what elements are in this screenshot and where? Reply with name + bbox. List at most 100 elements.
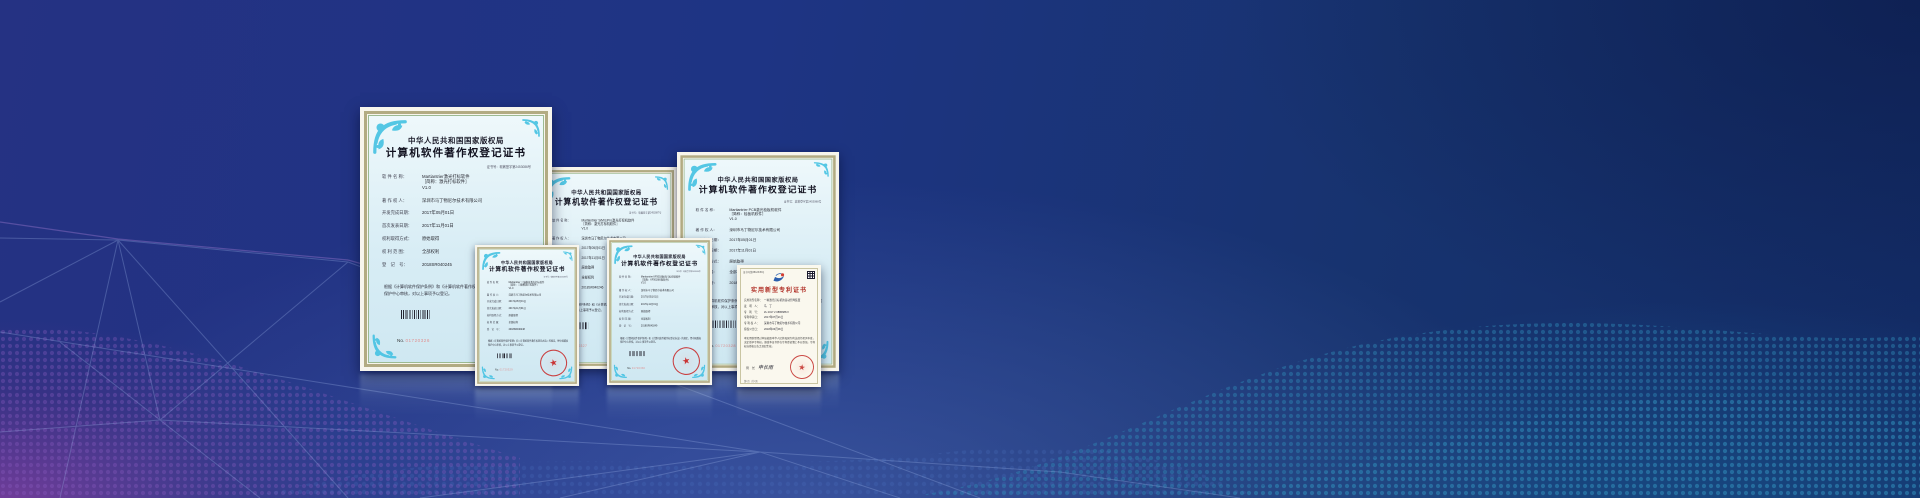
serial-number: No. 01720330 (627, 367, 645, 370)
qr-code (807, 271, 815, 279)
field-label: 权利取得方式： (619, 310, 641, 313)
certificate-title: 计算机软件著作权登记证书 (685, 187, 832, 196)
field-label: 权 利 范 围： (619, 317, 641, 320)
cnipa-logo-icon (771, 272, 787, 283)
field-value: 2017年07月21日 (764, 316, 815, 319)
field-label: 发 明 人： (744, 305, 764, 308)
certificate-statement: 根据《计算机软件保护条例》和《计算机软件著作权登记办法》的规定，经中国版权保护中… (620, 337, 701, 345)
certificate-field-row: 权 利 范 围： 全部权利 (487, 321, 570, 324)
flourish-icon (521, 118, 541, 138)
field-label: 授权公告日： (744, 328, 764, 331)
barcode (401, 310, 431, 319)
field-label: 著 作 权 人： (696, 227, 730, 231)
certificate-field-row: 著 作 权 人： 深圳市马丁物尼尔技术有限公司 (619, 288, 703, 291)
field-label: 开发完成日期： (619, 296, 641, 299)
patent-field-row: 实用新型名称： 一种激光打标机的自动升降装置 (744, 299, 815, 302)
certificate-field-row: 权 利 范 围： 全部权利 (619, 317, 703, 320)
flourish-icon (562, 251, 573, 262)
field-value: 深圳市马丁物尼尔技术有限公司 (641, 288, 703, 291)
certificate-authority: 中华人民共和国国家版权局 (369, 137, 543, 144)
hero-banner: 中华人民共和国国家版权局 计算机软件著作权登记证书 证书号：软著登字第24530… (0, 0, 1920, 498)
field-value: 深圳市马丁物尼尔技术有限公司 (422, 198, 535, 203)
field-label: 专利申请日： (744, 316, 764, 319)
field-label: 首次发表日期： (382, 223, 422, 228)
patent-statement: 本实用新型经过本局依照中华人民共和国专利法进行初步审查，决定授予专利权，颁发本证… (744, 337, 815, 349)
field-label: 权利取得方式： (487, 314, 509, 317)
field-value: 原始取得 (509, 314, 570, 317)
field-value: 原始取得 (641, 310, 703, 313)
copyright-certificate-4: 中华人民共和国国家版权局 计算机软件著作权登记证书 证书号：软著登字第24530… (475, 245, 579, 386)
copyright-certificate-5: 中华人民共和国国家版权局 计算机软件著作权登记证书 证书号：软著登字第24530… (607, 238, 712, 385)
patent-field-row: 专 利 号： ZL 2017 2 0886688.X (744, 311, 815, 314)
field-value: 2017年11月01日 (729, 249, 824, 253)
patent-fields: 实用新型名称： 一种激光打标机的自动升降装置 发 明 人： 马 丁 专 利 号：… (744, 299, 815, 334)
field-value: 全部权利 (509, 321, 570, 324)
certificate-title: 计算机软件著作权登记证书 (543, 199, 671, 207)
certificate-statement: 根据《计算机软件保护条例》和《计算机软件著作权登记办法》的规定，经中国版权保护中… (488, 340, 568, 347)
field-label: 著 作 权 人： (487, 293, 509, 296)
certificate-field-row: 开发完成日期： 2017年05月01日 (382, 210, 535, 215)
patent-field-row: 发 明 人： 马 丁 (744, 305, 815, 308)
field-label: 专 利 权 人： (744, 322, 764, 325)
field-value: Martiantrier PCB激光检板机软件 ［简称：检板机软件］ V1.0 (729, 208, 824, 221)
certificate-number: 证书号：软著登字第2453090号 (676, 270, 700, 273)
certificate-title: 计算机软件著作权登记证书 (612, 261, 707, 267)
field-label: 著 作 权 人： (382, 198, 422, 203)
flourish-icon (481, 366, 496, 380)
field-value: 2017年11月01日 (509, 307, 570, 310)
certificate-title: 计算机软件著作权登记证书 (369, 149, 543, 160)
field-value: Martiantrier 三轴模块激光打标软件 ［简称：三轴模块打标软件］ V1… (509, 281, 570, 290)
certificate-field-row: 开发完成日期： 2017年05月01日 (487, 300, 570, 303)
certificate-field-row: 著 作 权 人： 深圳市马丁物尼尔技术有限公司 (696, 227, 825, 231)
certificate-authority: 中华人民共和国国家版权局 (543, 190, 671, 196)
patent-certificate-number: 证书号第6812345号 (743, 270, 764, 274)
field-label: 软 件 名 称： (382, 174, 422, 190)
field-value: Martiantrier S/M/LiPro激光打标机软件 ［简称：激光打标机软… (582, 218, 665, 230)
certificate-field-row: 开发完成日期： 2017年05月01日 (619, 296, 703, 299)
barcode (497, 353, 513, 358)
field-value: 深圳市马丁物尼尔技术有限公司 (764, 322, 815, 325)
certificate-field-row: 著 作 权 人： 深圳市马丁物尼尔技术有限公司 (487, 293, 570, 296)
field-label: 软 件 名 称： (696, 208, 730, 221)
certificate-field-row: 开发完成日期： 2017年05月01日 (696, 238, 825, 242)
certificate-field-row: 登 记 号： 2018SR040248 (487, 328, 570, 331)
field-label: 实用新型名称： (744, 299, 764, 302)
field-label: 著 作 权 人： (552, 236, 581, 240)
patent-title: 实用新型专利证书 (737, 288, 821, 294)
certificate-title: 计算机软件著作权登记证书 (480, 267, 574, 273)
certificate-field-row: 首次发表日期： 2017年11月01日 (696, 249, 825, 253)
issuer-signature: 申长雨 (758, 365, 773, 371)
certificate-paper: 中华人民共和国国家版权局 计算机软件著作权登记证书 证书号：软著登字第24530… (612, 243, 707, 380)
certificate-field-row: 登 记 号： 2018SR040249 (619, 324, 703, 327)
patent-field-row: 授权公告日： 2018年03月06日 (744, 328, 815, 331)
certificate-number: 证书号：软著登字第2453086号 (487, 164, 531, 169)
certificate-fields: 软 件 名 称： Martiantrier 三轴模块激光打标软件 ［简称：三轴模… (487, 281, 570, 335)
field-label: 软 件 名 称： (619, 275, 641, 284)
certificate-authority: 中华人民共和国国家版权局 (612, 255, 707, 259)
flourish-icon (813, 161, 830, 178)
field-label: 登 记 号： (487, 328, 509, 331)
flourish-icon (371, 333, 398, 360)
field-value: 深圳市马丁物尼尔技术有限公司 (509, 293, 570, 296)
field-value: Martiantrier KF5018激光打标控制软件 ［简称：KF5018控制… (641, 275, 703, 284)
field-value: ZL 2017 2 0886688.X (764, 311, 815, 314)
certificate-number: 证书号：软著登字第2453087号 (629, 211, 662, 215)
field-label: 著 作 权 人： (619, 288, 641, 291)
field-label: 首次发表日期： (619, 303, 641, 306)
field-label: 开发完成日期： (382, 210, 422, 215)
certificate-field-row: 软 件 名 称： Martiantrier PCB激光检板机软件 ［简称：检板机… (696, 208, 825, 221)
field-value: 原始取得 (729, 259, 824, 263)
patent-field-row: 专利申请日： 2017年07月21日 (744, 316, 815, 319)
field-label: 权 利 范 围： (382, 249, 422, 254)
field-label: 登 记 号： (619, 324, 641, 327)
certificate-field-row: 首次发表日期： 2017年11月01日 (487, 307, 570, 310)
certificate-field-row: 软 件 名 称： Martiantrier 三轴模块激光打标软件 ［简称：三轴模… (487, 281, 570, 290)
field-value: 2018SR040249 (641, 324, 703, 327)
barcode (629, 351, 645, 356)
field-value: 2017年11月01日 (422, 223, 535, 228)
certificate-paper: 中华人民共和国国家版权局 计算机软件著作权登记证书 证书号：软著登字第24530… (480, 250, 574, 381)
field-label: 开发完成日期： (487, 300, 509, 303)
certificate-field-row: 权利取得方式： 原始取得 (696, 259, 825, 263)
barcode (712, 320, 737, 327)
field-value: 深圳市马丁物尼尔技术有限公司 (729, 227, 824, 231)
